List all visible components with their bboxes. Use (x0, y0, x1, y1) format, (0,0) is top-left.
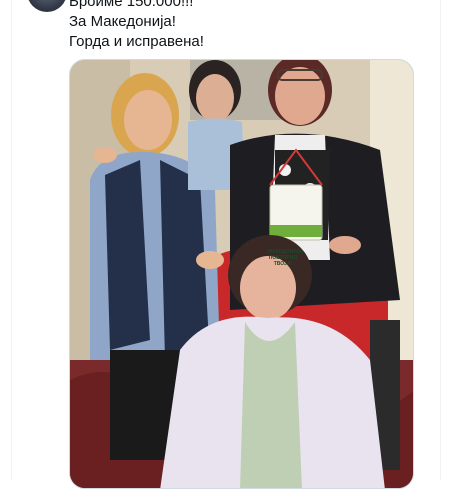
photo-illustration (70, 60, 413, 488)
timeline-divider-right (440, 0, 441, 480)
photo-badge-text: МАКЕДОНИЈА ПОВТОРНО ТВОЈА! (268, 249, 304, 267)
timeline-divider-left (11, 0, 12, 480)
tweet-text: Броиме 150.000!!! За Македонија! Горда и… (69, 0, 429, 52)
author-avatar[interactable] (27, 0, 67, 12)
tweet-photo[interactable]: МАКЕДОНИЈА ПОВТОРНО ТВОЈА! (69, 59, 414, 489)
tweet-line-1: Броиме 150.000!!! (69, 0, 194, 10)
tweet-line-2: За Македонија! (69, 13, 176, 30)
tweet-line-3: Горда и исправена! (69, 33, 204, 50)
